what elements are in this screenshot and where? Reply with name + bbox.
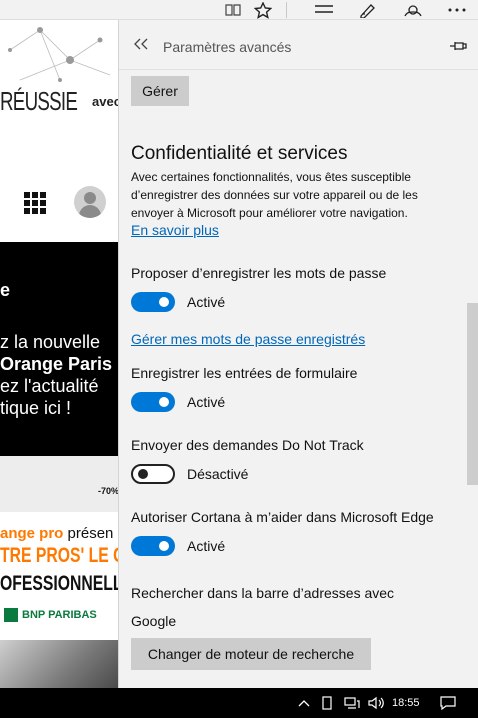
apps-grid-icon[interactable]	[24, 192, 46, 214]
taskbar: 18:55	[0, 688, 478, 718]
privacy-description: Avec certaines fonctionnalités, vous ête…	[131, 170, 418, 220]
site-banner[interactable]: e z la nouvelle Orange Paris ez l'actual…	[0, 242, 118, 456]
reading-view-icon[interactable]	[218, 0, 248, 20]
save-passwords-state: Activé	[187, 294, 226, 310]
avatar[interactable]	[74, 186, 106, 218]
banner-line-1: z la nouvelle	[0, 332, 101, 352]
do-not-track-toggle[interactable]	[131, 464, 175, 484]
hub-icon[interactable]	[309, 0, 339, 20]
form-entries-toggle[interactable]	[131, 392, 175, 412]
manage-button[interactable]: Gérer	[131, 76, 189, 106]
promo-header: ange pro présen	[0, 525, 113, 542]
save-passwords-toggle[interactable]	[131, 292, 175, 312]
discount-badge: -70%	[98, 486, 118, 496]
cortana-label: Autoriser Cortana à m’aider dans Microso…	[131, 509, 434, 525]
cortana-state: Activé	[187, 538, 226, 554]
advanced-settings-panel: Paramètres avancés Gérer Confidentialité…	[118, 20, 478, 688]
banner-letter: e	[0, 280, 11, 300]
back-chevron-icon[interactable]	[133, 36, 149, 54]
volume-icon[interactable]	[366, 688, 386, 718]
site-hero: RÉUSSIE avec	[0, 20, 118, 140]
action-center-icon[interactable]	[436, 688, 460, 718]
show-hidden-icons-chevron-icon[interactable]	[296, 688, 312, 718]
share-icon[interactable]	[398, 0, 428, 20]
decorative-network-graphic	[8, 27, 111, 82]
web-note-icon[interactable]	[353, 0, 383, 20]
form-entries-label: Enregistrer les entrées de formulaire	[131, 365, 358, 381]
bnp-mark-icon	[4, 608, 18, 622]
panel-title: Paramètres avancés	[163, 39, 292, 55]
website-content: RÉUSSIE avec e z la nouvelle Orange Pari…	[0, 20, 118, 688]
save-passwords-label: Proposer d’enregistrer les mots de passe	[131, 265, 387, 281]
cortana-toggle[interactable]	[131, 536, 175, 556]
promo-line-1: TRE PROS' LE GU	[0, 544, 118, 567]
promo-line-2: OFESSIONNELLE P	[0, 572, 118, 595]
site-gray-strip	[0, 456, 118, 512]
bnp-logo: BNP PARIBAS	[4, 608, 97, 622]
form-entries-state: Activé	[187, 394, 226, 410]
promo-suffix: présen	[67, 525, 114, 542]
panel-header: Paramètres avancés	[119, 20, 478, 70]
network-icon[interactable]	[342, 688, 362, 718]
change-search-engine-button[interactable]: Changer de moteur de recherche	[131, 638, 371, 670]
site-photo	[0, 640, 118, 688]
banner-line-3: ez l'actualité	[0, 376, 99, 396]
manage-passwords-link[interactable]: Gérer mes mots de passe enregistrés	[131, 331, 365, 347]
usb-drive-icon[interactable]	[318, 688, 336, 718]
pin-icon[interactable]	[449, 39, 467, 51]
privacy-section-title: Confidentialité et services	[131, 143, 348, 164]
banner-line-4: tique ici !	[0, 398, 72, 418]
site-hero-avec: avec	[92, 94, 118, 109]
panel-scrollbar-thumb[interactable]	[467, 303, 478, 485]
bnp-text: BNP PARIBAS	[22, 608, 97, 621]
toolbar-separator	[286, 2, 287, 18]
taskbar-clock[interactable]: 18:55	[392, 688, 420, 718]
more-icon[interactable]	[442, 0, 472, 20]
browser-toolbar	[0, 0, 478, 20]
screen: RÉUSSIE avec e z la nouvelle Orange Pari…	[0, 0, 478, 718]
promo-brand: ange pro	[0, 525, 64, 542]
do-not-track-label: Envoyer des demandes Do Not Track	[131, 437, 364, 453]
search-engine-value: Google	[131, 613, 177, 629]
favorite-star-icon[interactable]	[248, 0, 278, 20]
search-with-label: Rechercher dans la barre d’adresses avec	[131, 585, 395, 601]
banner-line-2: Orange Paris	[0, 354, 113, 374]
site-hero-text: RÉUSSIE	[0, 86, 78, 116]
learn-more-link[interactable]: En savoir plus	[131, 222, 219, 238]
do-not-track-state: Désactivé	[187, 466, 249, 482]
